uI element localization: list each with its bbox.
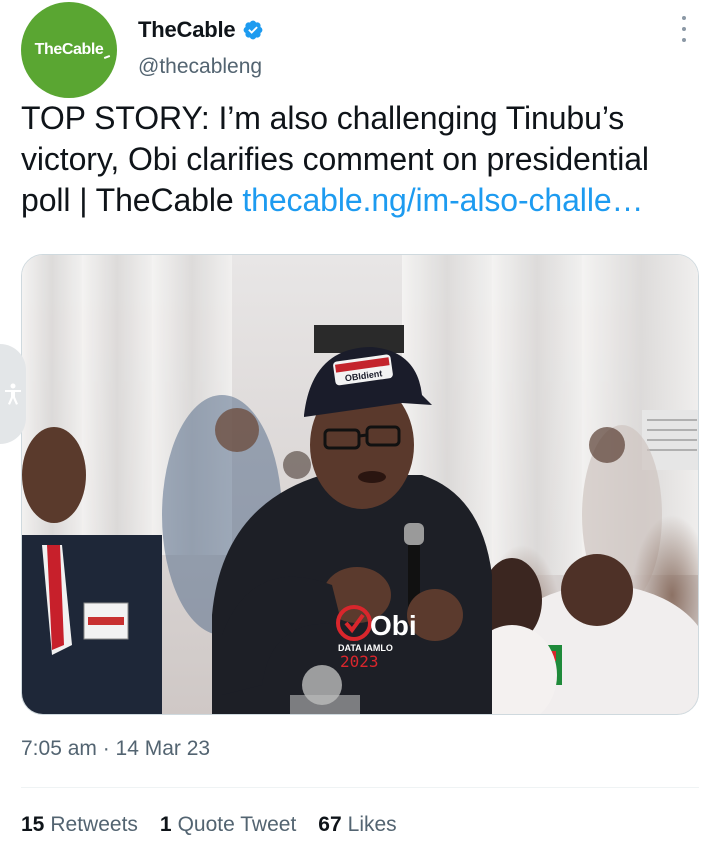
avatar[interactable]: TheCable	[21, 2, 117, 98]
likes-stat[interactable]: 67 Likes	[318, 813, 396, 837]
tweet-timestamp[interactable]: 7:05 am · 14 Mar 23	[21, 737, 210, 761]
retweets-stat[interactable]: 15 Retweets	[21, 813, 138, 837]
quote-tweets-label: Quote Tweet	[177, 813, 297, 836]
photo-illustration: OBIdient Obi DATA IAMLO 2023	[22, 255, 698, 714]
retweets-label: Retweets	[50, 813, 138, 836]
shirt-year: 2023	[340, 652, 379, 671]
accessibility-icon	[5, 383, 21, 405]
retweets-count: 15	[21, 813, 45, 836]
display-name[interactable]: TheCable	[138, 17, 236, 43]
likes-label: Likes	[347, 813, 397, 836]
divider	[21, 787, 699, 788]
likes-count: 67	[318, 813, 342, 836]
more-options-icon[interactable]	[676, 16, 692, 42]
tweet-photo[interactable]: OBIdient Obi DATA IAMLO 2023	[21, 254, 699, 715]
avatar-logo-text: TheCable	[34, 41, 104, 58]
tweet-link[interactable]: thecable.ng/im-also-challe…	[242, 182, 643, 218]
shirt-text: Obi	[370, 610, 417, 641]
quote-tweets-stat[interactable]: 1 Quote Tweet	[160, 813, 296, 837]
user-handle[interactable]: @thecableng	[138, 55, 262, 79]
verified-badge-icon	[244, 20, 263, 40]
accessibility-tab[interactable]	[0, 344, 26, 444]
quote-tweets-count: 1	[159, 813, 172, 836]
tweet-stats: 15 Retweets 1 Quote Tweet 67 Likes	[21, 813, 397, 837]
author-name-row: TheCable	[138, 17, 264, 43]
tweet-text: TOP STORY: I’m also challenging Tinubu’s…	[21, 98, 701, 221]
